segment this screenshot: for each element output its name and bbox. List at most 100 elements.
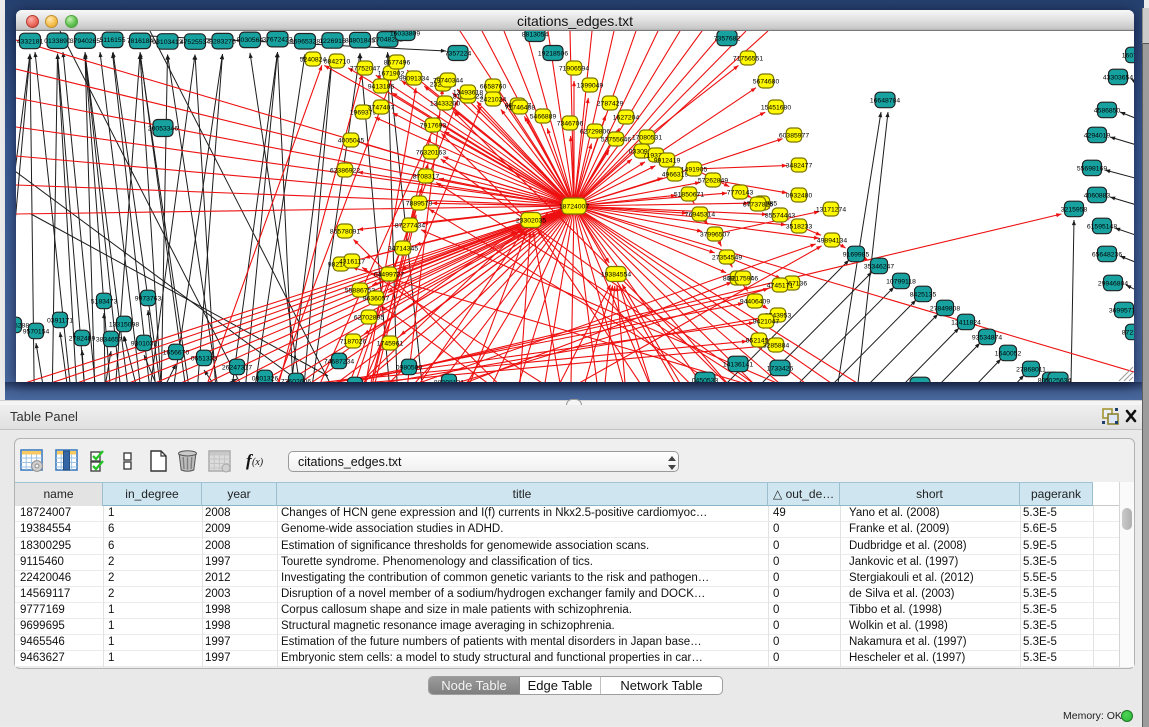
svg-text:9912419: 9912419 [654, 157, 681, 164]
svg-text:4745171: 4745171 [767, 282, 794, 289]
svg-text:2782489: 2782489 [69, 335, 96, 342]
svg-text:62729806: 62729806 [580, 128, 610, 135]
svg-text:7357682: 7357682 [714, 35, 741, 42]
svg-text:13171274: 13171274 [816, 206, 846, 213]
svg-text:34714345: 34714345 [388, 245, 418, 252]
svg-text:0651333: 0651333 [191, 355, 218, 362]
svg-text:9973763: 9973763 [135, 295, 162, 302]
svg-text:3747407: 3747407 [368, 104, 395, 111]
svg-text:7346706: 7346706 [557, 120, 584, 127]
svg-text:0842710: 0842710 [324, 58, 351, 65]
svg-text:57262849: 57262849 [698, 177, 728, 184]
svg-text:9413186: 9413186 [368, 83, 395, 90]
svg-text:15451680: 15451680 [761, 104, 791, 111]
svg-text:7770143: 7770143 [727, 189, 754, 196]
svg-text:0391171: 0391171 [47, 317, 73, 324]
svg-text:71756551: 71756551 [733, 55, 763, 62]
svg-text:55698169: 55698169 [1077, 165, 1107, 172]
svg-text:5240824: 5240824 [300, 56, 327, 63]
svg-text:6658760: 6658760 [480, 83, 507, 90]
svg-text:20053346: 20053346 [148, 125, 178, 132]
svg-text:8813054: 8813054 [522, 31, 549, 38]
svg-text:1627204: 1627204 [613, 114, 640, 121]
svg-text:77752047: 77752047 [350, 65, 380, 72]
svg-text:3482477: 3482477 [786, 162, 813, 169]
svg-text:35346247: 35346247 [864, 263, 894, 270]
svg-text:93534874: 93534874 [972, 334, 1002, 341]
svg-text:8677496: 8677496 [384, 59, 411, 66]
svg-text:47525534: 47525534 [180, 39, 210, 46]
svg-text:1399049: 1399049 [577, 82, 604, 89]
svg-text:0932480: 0932480 [786, 192, 813, 199]
svg-text:14136141: 14136141 [723, 361, 753, 368]
svg-text:0801326: 0801326 [252, 375, 279, 382]
svg-text:85574443: 85574443 [765, 212, 795, 219]
svg-text:4316117: 4316117 [339, 258, 365, 265]
svg-text:13493618: 13493618 [453, 89, 483, 96]
svg-text:9570154: 9570154 [23, 328, 50, 335]
svg-text:1745961: 1745961 [377, 340, 404, 347]
svg-text:4586850: 4586850 [1094, 107, 1121, 114]
svg-text:0980500: 0980500 [396, 364, 423, 371]
svg-text:16033809: 16033809 [390, 31, 420, 37]
svg-text:5674680: 5674680 [753, 78, 780, 85]
svg-text:37672423: 37672423 [262, 37, 292, 44]
svg-text:7357224: 7357224 [445, 50, 472, 57]
svg-text:17080531: 17080531 [632, 134, 662, 141]
svg-text:2421024: 2421024 [480, 96, 507, 103]
svg-text:5183473: 5183473 [91, 298, 118, 305]
svg-text:37996507: 37996507 [700, 231, 730, 238]
svg-text:5116155: 5116155 [100, 37, 126, 44]
svg-text:1226916: 1226916 [319, 38, 346, 45]
svg-text:94406409: 94406409 [740, 298, 770, 305]
svg-text:93103413: 93103413 [152, 39, 182, 46]
svg-text:5466889: 5466889 [530, 113, 557, 120]
svg-text:9636057: 9636057 [363, 295, 390, 302]
svg-text:19384554: 19384554 [601, 271, 631, 278]
svg-text:43303654: 43303654 [1103, 74, 1133, 81]
svg-text:86578091: 86578091 [330, 228, 360, 235]
svg-text:71906594: 71906594 [559, 65, 589, 72]
svg-text:1656670: 1656670 [163, 349, 190, 356]
svg-text:18724007: 18724007 [559, 203, 589, 210]
svg-text:16648784: 16648784 [870, 97, 900, 104]
svg-text:84801845: 84801845 [345, 38, 375, 45]
svg-text:9283276: 9283276 [209, 39, 236, 46]
svg-text:3215958: 3215958 [1061, 206, 1088, 213]
svg-text:1491905: 1491905 [681, 166, 708, 173]
svg-text:(x): (x) [252, 457, 264, 468]
svg-text:76320163: 76320163 [416, 149, 446, 156]
svg-text:62386922: 62386922 [330, 167, 360, 174]
svg-text:7917693: 7917693 [420, 122, 447, 129]
svg-text:26247317: 26247317 [222, 364, 252, 371]
svg-text:23302035: 23302035 [516, 217, 546, 224]
svg-text:10799118: 10799118 [886, 278, 916, 285]
svg-text:76945314: 76945314 [685, 211, 715, 218]
svg-text:12411824: 12411824 [951, 319, 981, 326]
svg-text:1607337: 1607337 [1122, 52, 1134, 59]
svg-text:7187026: 7187026 [340, 338, 367, 345]
svg-text:36995777: 36995777 [1109, 307, 1134, 314]
svg-text:65648236: 65648236 [1092, 251, 1122, 258]
svg-text:87277434: 87277434 [395, 222, 425, 229]
svg-text:53755646: 53755646 [601, 136, 631, 143]
svg-text:04499727: 04499727 [374, 271, 404, 278]
svg-text:9421047: 9421047 [753, 318, 780, 325]
svg-text:29946804: 29946804 [1098, 280, 1128, 287]
svg-text:27868011: 27868011 [1016, 366, 1046, 373]
svg-text:9301031: 9301031 [131, 340, 158, 347]
svg-text:8708317: 8708317 [413, 173, 440, 180]
svg-text:74687234: 74687234 [324, 358, 354, 365]
svg-text:99091334: 99091334 [399, 75, 429, 82]
svg-text:4332181: 4332181 [17, 38, 44, 45]
svg-text:71746488: 71746488 [505, 104, 535, 111]
svg-text:7889579: 7889579 [406, 200, 433, 207]
svg-text:38346578: 38346578 [96, 336, 126, 343]
svg-text:5030564: 5030564 [237, 37, 264, 44]
svg-text:27849808: 27849808 [930, 305, 960, 312]
svg-text:19218506: 19218506 [538, 50, 568, 57]
svg-text:37940265: 37940265 [70, 38, 100, 45]
svg-text:96965328: 96965328 [290, 39, 320, 46]
svg-text:13433200: 13433200 [430, 100, 460, 107]
svg-text:51850671: 51850671 [674, 191, 704, 198]
